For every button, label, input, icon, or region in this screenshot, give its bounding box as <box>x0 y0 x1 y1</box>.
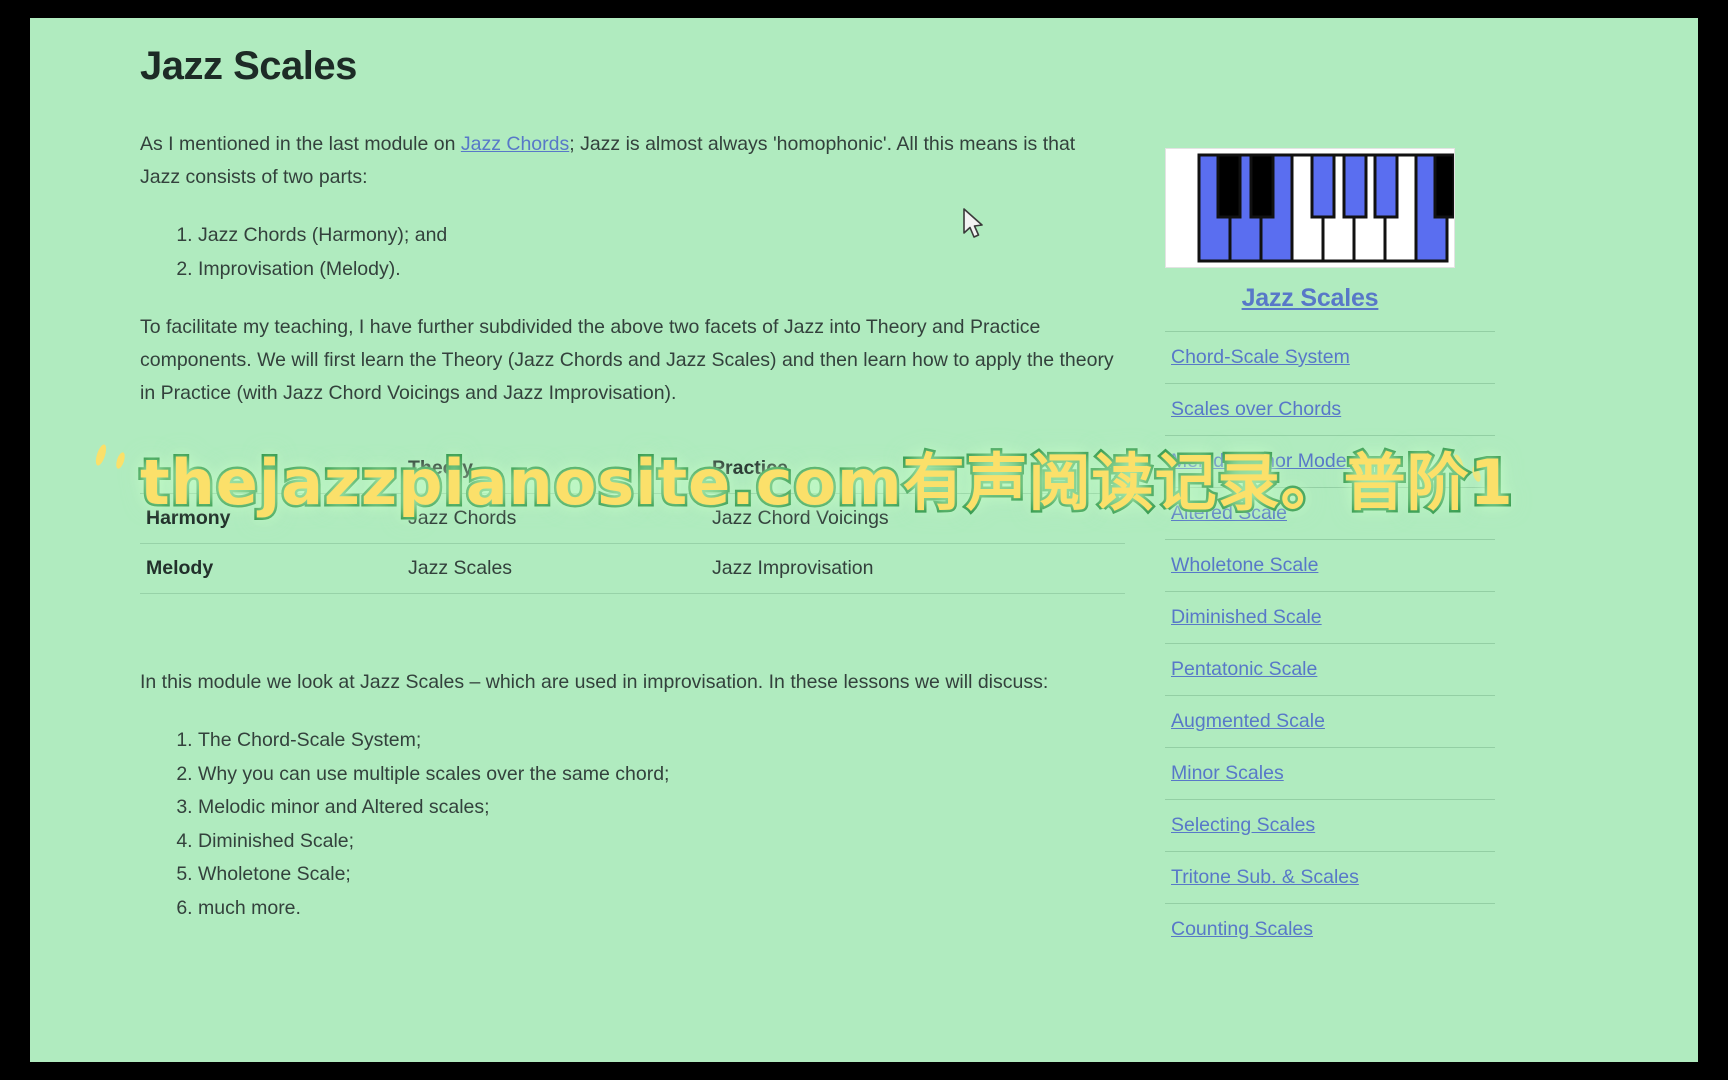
letterbox-bar-right <box>1698 0 1728 1080</box>
jazz-chords-link[interactable]: Jazz Chords <box>461 133 569 155</box>
sidebar-item-label[interactable]: Chord-Scale System <box>1171 346 1350 369</box>
web-page: Jazz Scales As I mentioned in the last m… <box>30 18 1698 1062</box>
list-item: Why you can use multiple scales over the… <box>198 759 1150 791</box>
facets-table-head: Theory Practice <box>140 444 1125 494</box>
table-cell-row-label: Harmony <box>140 493 402 544</box>
sidebar-item-wholetone-scale[interactable]: Wholetone Scale <box>1165 540 1495 592</box>
table-cell-theory: Jazz Scales <box>402 543 706 594</box>
table-row: Melody Jazz Scales Jazz Improvisation <box>140 543 1125 594</box>
list-item: much more. <box>198 893 1150 925</box>
sidebar-item-label[interactable]: Tritone Sub. & Scales <box>1171 866 1359 889</box>
table-cell-practice: Jazz Chord Voicings <box>706 493 1125 544</box>
sidebar-item-label[interactable]: Pentatonic Scale <box>1171 658 1317 681</box>
sidebar-item-minor-scales[interactable]: Minor Scales <box>1165 748 1495 800</box>
sidebar-item-counting-scales[interactable]: Counting Scales <box>1165 904 1495 955</box>
list-item: Jazz Chords (Harmony); and <box>198 220 1150 252</box>
sidebar-thumbnail-caption[interactable]: Jazz Scales <box>1165 284 1455 313</box>
sidebar-item-label[interactable]: Diminished Scale <box>1171 606 1322 629</box>
facets-table: Theory Practice Harmony Jazz Chords Jazz… <box>140 444 1125 594</box>
sidebar-item-diminished-scale[interactable]: Diminished Scale <box>1165 592 1495 644</box>
table-row: Harmony Jazz Chords Jazz Chord Voicings <box>140 493 1125 544</box>
list-item: The Chord-Scale System; <box>198 725 1150 757</box>
sidebar-item-tritone-sub-and-scales[interactable]: Tritone Sub. & Scales <box>1165 852 1495 904</box>
sidebar-item-melodic-minor-modes[interactable]: Melodic Minor Modes <box>1165 436 1495 488</box>
intro-para1-text-before: As I mentioned in the last module on <box>140 133 461 155</box>
sidebar-item-label[interactable]: Altered Scale <box>1171 502 1287 525</box>
sidebar: Jazz Scales Chord-Scale System Scales ov… <box>1165 148 1495 955</box>
sidebar-item-label[interactable]: Counting Scales <box>1171 918 1313 941</box>
sidebar-item-label[interactable]: Minor Scales <box>1171 762 1284 785</box>
piano-keyboard-icon <box>1166 149 1454 267</box>
intro-parts-list: Jazz Chords (Harmony); and Improvisation… <box>140 220 1150 285</box>
table-header-cell-blank <box>140 444 402 494</box>
list-item: Wholetone Scale; <box>198 859 1150 891</box>
sidebar-item-label[interactable]: Selecting Scales <box>1171 814 1315 837</box>
list-item: Improvisation (Melody). <box>198 254 1150 286</box>
facets-table-wrapper: Theory Practice Harmony Jazz Chords Jazz… <box>140 444 1125 594</box>
letterbox-bar-bottom <box>0 1062 1728 1080</box>
table-cell-practice: Jazz Improvisation <box>706 543 1125 594</box>
sidebar-item-label[interactable]: Augmented Scale <box>1171 710 1325 733</box>
sidebar-item-pentatonic-scale[interactable]: Pentatonic Scale <box>1165 644 1495 696</box>
list-item: Diminished Scale; <box>198 826 1150 858</box>
table-header-cell-practice: Practice <box>706 444 1125 494</box>
table-cell-row-label: Melody <box>140 543 402 594</box>
list-item: Melodic minor and Altered scales; <box>198 792 1150 824</box>
sidebar-item-chord-scale-system[interactable]: Chord-Scale System <box>1165 332 1495 384</box>
table-header-row: Theory Practice <box>140 444 1125 494</box>
facets-table-body: Harmony Jazz Chords Jazz Chord Voicings … <box>140 493 1125 594</box>
sidebar-link-list: Chord-Scale System Scales over Chords Me… <box>1165 331 1495 955</box>
intro-paragraph-1: As I mentioned in the last module on Jaz… <box>140 128 1115 194</box>
page-title: Jazz Scales <box>140 44 357 88</box>
sidebar-item-augmented-scale[interactable]: Augmented Scale <box>1165 696 1495 748</box>
module-topics-list: The Chord-Scale System; Why you can use … <box>140 725 1150 924</box>
main-content-column: Jazz Scales As I mentioned in the last m… <box>140 44 1150 950</box>
letterbox-bar-top <box>0 0 1728 18</box>
sidebar-item-label[interactable]: Scales over Chords <box>1171 398 1341 421</box>
module-intro-paragraph: In this module we look at Jazz Scales – … <box>140 671 1049 693</box>
sidebar-item-scales-over-chords[interactable]: Scales over Chords <box>1165 384 1495 436</box>
sidebar-item-altered-scale[interactable]: Altered Scale <box>1165 488 1495 540</box>
intro-paragraph-2: To facilitate my teaching, I have furthe… <box>140 316 1114 404</box>
sidebar-item-label[interactable]: Wholetone Scale <box>1171 554 1318 577</box>
letterbox-bar-left <box>0 0 30 1080</box>
sidebar-item-selecting-scales[interactable]: Selecting Scales <box>1165 800 1495 852</box>
screen-capture: Jazz Scales As I mentioned in the last m… <box>0 0 1728 1080</box>
table-header-cell-theory: Theory <box>402 444 706 494</box>
sidebar-item-label[interactable]: Melodic Minor Modes <box>1171 450 1356 473</box>
table-cell-theory: Jazz Chords <box>402 493 706 544</box>
sidebar-thumbnail-link[interactable] <box>1165 148 1455 268</box>
